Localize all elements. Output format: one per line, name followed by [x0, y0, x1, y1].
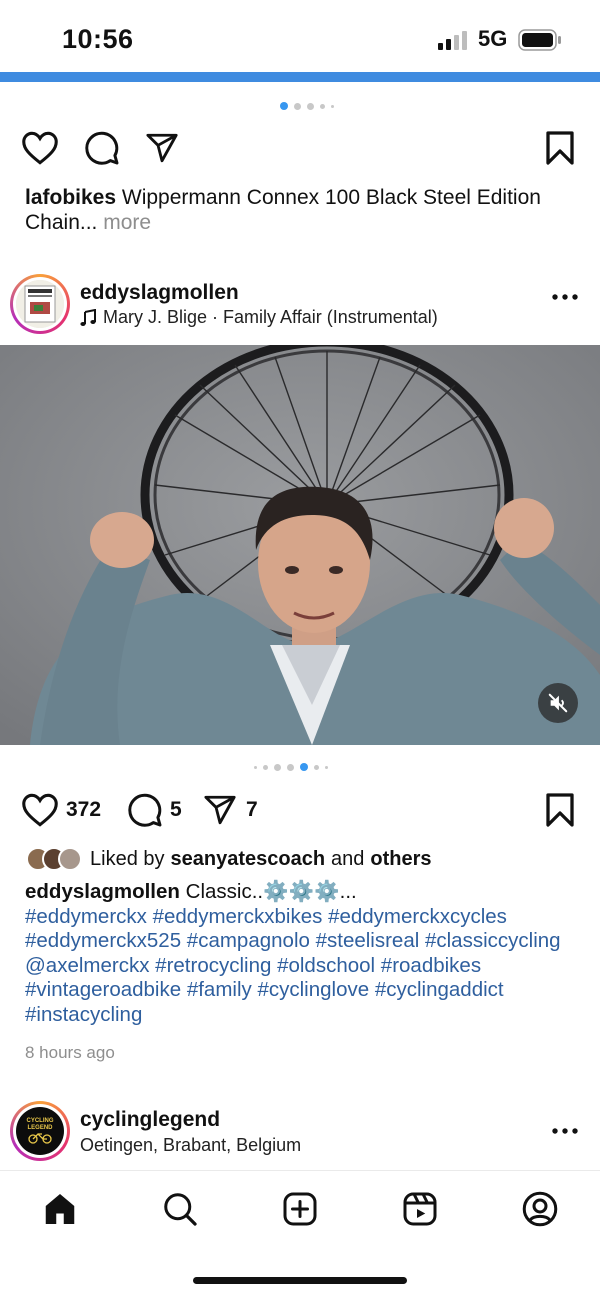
send-icon	[146, 133, 178, 163]
photo-rider-holding-wheel	[0, 345, 600, 745]
send-icon	[204, 795, 236, 825]
avatar-logo-text: CYCLING LEGEND	[26, 1118, 54, 1131]
carousel-indicator	[254, 763, 328, 771]
like-count[interactable]: 372	[66, 798, 101, 822]
nav-search[interactable]	[160, 1189, 200, 1229]
music-note-icon	[80, 308, 96, 326]
like-button-prev[interactable]	[20, 128, 60, 168]
share-button-prev[interactable]	[142, 128, 182, 168]
hashtags[interactable]: #eddymerckx #eddymerckxbikes #eddymerckx…	[25, 905, 561, 1026]
carousel-dot	[300, 763, 308, 771]
carousel-dot	[325, 765, 328, 769]
bookmark-icon	[546, 131, 574, 165]
more-options-button-next[interactable]	[551, 1127, 579, 1135]
nav-create[interactable]	[280, 1189, 320, 1229]
avatar[interactable]	[10, 274, 70, 334]
more-horizontal-icon	[552, 294, 578, 300]
liked-by-others[interactable]: others	[370, 848, 431, 871]
more-link[interactable]: more	[103, 211, 151, 234]
save-button-prev[interactable]	[542, 128, 578, 168]
liked-by-and: and	[331, 847, 365, 870]
carousel-dot	[263, 764, 268, 770]
comment-button[interactable]	[125, 790, 165, 830]
liked-by-prefix: Liked by	[90, 847, 165, 870]
progress-bar	[0, 72, 600, 82]
bicycle-icon	[28, 1133, 52, 1144]
carousel-dot	[254, 765, 257, 769]
carousel-dot	[280, 102, 288, 110]
carousel-dot	[314, 764, 319, 770]
liked-by-user[interactable]: seanyatescoach	[171, 848, 326, 871]
carousel-indicator-prev	[280, 102, 334, 110]
home-indicator[interactable]	[193, 1277, 407, 1284]
avatar-image	[16, 280, 64, 328]
create-icon	[283, 1192, 317, 1226]
share-button[interactable]	[200, 790, 240, 830]
audio-label: Mary J. Blige · Family Affair (Instrumen…	[103, 307, 438, 327]
battery-icon	[518, 29, 562, 51]
more-horizontal-icon	[552, 1128, 578, 1134]
home-icon	[45, 1194, 75, 1224]
carousel-dot	[274, 763, 281, 771]
post-caption: eddyslagmollen Classic..⚙️⚙️⚙️... #eddym…	[25, 880, 585, 1028]
comment-icon	[128, 793, 162, 827]
comment-count[interactable]: 5	[170, 798, 182, 822]
carousel-dot	[320, 103, 325, 109]
post-image[interactable]	[0, 345, 600, 745]
carousel-dot	[294, 102, 301, 110]
mute-toggle[interactable]	[538, 683, 578, 723]
nav-home[interactable]	[40, 1189, 80, 1229]
nav-reels[interactable]	[400, 1189, 440, 1229]
heart-icon	[22, 793, 58, 827]
post-username[interactable]: eddyslagmollen	[80, 281, 239, 305]
carousel-dot	[287, 763, 294, 771]
signal-icon	[438, 30, 470, 50]
status-time: 10:56	[62, 24, 134, 54]
caption-text: Classic..⚙️⚙️⚙️...	[185, 880, 357, 903]
post-timestamp: 8 hours ago	[25, 1043, 115, 1062]
reels-icon	[403, 1192, 437, 1226]
network-label: 5G	[478, 26, 508, 51]
liker-avatar	[58, 847, 82, 871]
next-username[interactable]: cyclinglegend	[80, 1108, 220, 1132]
more-options-button[interactable]	[551, 293, 579, 301]
caption-username[interactable]: eddyslagmollen	[25, 880, 180, 903]
search-icon	[164, 1193, 197, 1226]
audio-track[interactable]: Mary J. Blige · Family Affair (Instrumen…	[80, 307, 438, 328]
caption-prev: lafobikes Wippermann Connex 100 Black St…	[25, 185, 585, 235]
liked-by[interactable]: Liked by seanyatescoach and others	[26, 847, 432, 871]
heart-icon	[22, 131, 58, 165]
avatar-next[interactable]: CYCLING LEGEND	[10, 1101, 70, 1161]
bookmark-icon	[546, 793, 574, 827]
nav-profile[interactable]	[520, 1189, 560, 1229]
profile-icon	[522, 1191, 558, 1227]
save-button[interactable]	[542, 790, 578, 830]
carousel-dot	[331, 104, 334, 108]
share-count[interactable]: 7	[246, 798, 258, 822]
comment-button-prev[interactable]	[82, 128, 122, 168]
status-bar: 10:56 5G	[0, 0, 600, 72]
carousel-dot	[307, 102, 314, 110]
like-button[interactable]	[20, 790, 60, 830]
speaker-muted-icon	[548, 693, 568, 713]
caption-username[interactable]: lafobikes	[25, 186, 116, 209]
next-location[interactable]: Oetingen, Brabant, Belgium	[80, 1135, 301, 1156]
comment-icon	[85, 131, 119, 165]
